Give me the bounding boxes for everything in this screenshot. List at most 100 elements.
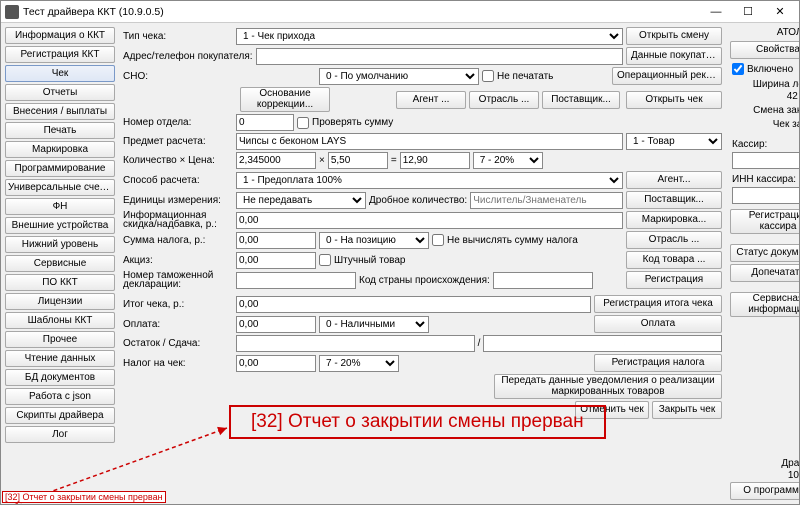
titlebar: Тест драйвера ККТ (10.9.0.5) — ☐ ✕ xyxy=(1,1,799,23)
chk-ne-pechatat[interactable]: Не печатать xyxy=(482,70,553,82)
btn-otrasl-top[interactable]: Отрасль ... xyxy=(469,91,539,109)
label-inn: ИНН кассира: xyxy=(730,174,799,185)
nav-лог[interactable]: Лог xyxy=(5,426,115,443)
nav-отчеты[interactable]: Отчеты xyxy=(5,84,115,101)
select-nalog-mode[interactable]: 0 - На позицию xyxy=(319,232,429,249)
input-nalog-chek[interactable] xyxy=(236,355,316,372)
btn-serv-info[interactable]: Сервисная информация xyxy=(730,292,799,317)
input-inn[interactable] xyxy=(732,187,799,204)
label-sposob: Способ расчета: xyxy=(123,175,233,186)
input-drob[interactable] xyxy=(470,192,623,209)
btn-otkryt-chek[interactable]: Открыть чек xyxy=(626,91,722,109)
select-nalog-chek-rate[interactable]: 7 - 20% xyxy=(319,355,399,372)
shirina-info: Ширина ленты: 42 (384) xyxy=(730,79,799,103)
label-nalog-chek: Налог на чек: xyxy=(123,358,233,369)
label-itog: Итог чека, р.: xyxy=(123,299,233,310)
nav-скрипты-драйвера[interactable]: Скрипты драйвера xyxy=(5,407,115,424)
input-predmet[interactable] xyxy=(236,133,623,150)
input-kassir[interactable] xyxy=(732,152,799,169)
btn-kod-tovara[interactable]: Код товара ... xyxy=(626,251,722,269)
btn-agent-top[interactable]: Агент ... xyxy=(396,91,466,109)
input-itog[interactable] xyxy=(236,296,591,313)
error-callout: [32] Отчет о закрытии смены прерван xyxy=(229,405,606,439)
nav-лицензии[interactable]: Лицензии xyxy=(5,293,115,310)
btn-postav[interactable]: Поставщик... xyxy=(626,191,722,209)
label-infoskidka: Информационная скидка/надбавка, р.: xyxy=(123,211,233,229)
btn-markirovka[interactable]: Маркировка... xyxy=(626,211,722,229)
label-nomer-tam: Номер таможенной декларации: xyxy=(123,271,233,289)
input-kod-strany[interactable] xyxy=(493,272,593,289)
nav-регистрация-ккт[interactable]: Регистрация ККТ xyxy=(5,46,115,63)
select-tax-rate[interactable]: 7 - 20% xyxy=(473,152,543,169)
chk-ne-vych[interactable]: Не вычислять сумму налога xyxy=(432,234,578,246)
select-oplata-mode[interactable]: 0 - Наличными xyxy=(319,316,429,333)
label-ostatok: Остаток / Сдача: xyxy=(123,338,233,349)
nav-шаблоны-ккт[interactable]: Шаблоны ККТ xyxy=(5,312,115,329)
nav-чтение-данных[interactable]: Чтение данных xyxy=(5,350,115,367)
chek-info: Чек закрыт xyxy=(730,119,799,131)
label-nomer-otdela: Номер отдела: xyxy=(123,117,233,128)
btn-reg-kassira[interactable]: Регистрация кассира xyxy=(730,209,799,234)
nav-маркировка[interactable]: Маркировка xyxy=(5,141,115,158)
nav-бд-документов[interactable]: БД документов xyxy=(5,369,115,386)
select-sno[interactable]: 0 - По умолчанию xyxy=(319,68,479,85)
nav-универсальные-счетчики[interactable]: Универсальные счетчики xyxy=(5,179,115,196)
btn-status-dok[interactable]: Статус документа xyxy=(730,244,799,262)
select-tip-cheka[interactable]: 1 - Чек прихода xyxy=(236,28,623,45)
btn-otkryt-smenu[interactable]: Открыть смену xyxy=(626,27,722,45)
input-qty[interactable] xyxy=(236,152,316,169)
input-sum[interactable] xyxy=(400,152,470,169)
nav-нижний-уровень[interactable]: Нижний уровень xyxy=(5,236,115,253)
btn-zakryt-chek[interactable]: Закрыть чек xyxy=(652,401,722,419)
input-infoskidka[interactable] xyxy=(236,212,623,229)
btn-postav-top[interactable]: Поставщик... xyxy=(542,91,620,109)
btn-reg-itoga[interactable]: Регистрация итога чека xyxy=(594,295,722,313)
close-button[interactable]: ✕ xyxy=(765,3,795,21)
btn-otrasl[interactable]: Отрасль ... xyxy=(626,231,722,249)
minimize-button[interactable]: — xyxy=(701,3,731,21)
input-oplata[interactable] xyxy=(236,316,316,333)
input-summa-naloga[interactable] xyxy=(236,232,316,249)
nav-информация-о-ккт[interactable]: Информация о ККТ xyxy=(5,27,115,44)
nav-внесения-выплаты[interactable]: Внесения / выплаты xyxy=(5,103,115,120)
nav-чек[interactable]: Чек xyxy=(5,65,115,82)
btn-dannye-pokup[interactable]: Данные покупателя... xyxy=(626,47,722,65)
btn-reg-naloga[interactable]: Регистрация налога xyxy=(594,354,722,372)
nav-внешние-устройства[interactable]: Внешние устройства xyxy=(5,217,115,234)
input-ostatok-l[interactable] xyxy=(236,335,475,352)
chk-proveryat[interactable]: Проверять сумму xyxy=(297,117,393,129)
btn-about[interactable]: О программе... xyxy=(730,482,799,500)
nav-программирование[interactable]: Программирование xyxy=(5,160,115,177)
nav-сервисные[interactable]: Сервисные xyxy=(5,255,115,272)
btn-svoistva[interactable]: Свойства xyxy=(730,41,799,59)
input-price[interactable] xyxy=(328,152,388,169)
right-panel: АТОЛ 92Ф Свойства Включено Ширина ленты:… xyxy=(728,25,799,502)
label-summa-naloga: Сумма налога, р.: xyxy=(123,235,233,246)
chk-vklyucheno[interactable]: Включено xyxy=(730,61,799,77)
select-sposob[interactable]: 1 - Предоплата 100% xyxy=(236,172,623,189)
input-ostatok-r[interactable] xyxy=(483,335,722,352)
label-akciz: Акциз: xyxy=(123,255,233,266)
btn-osnovanie[interactable]: Основание коррекции... xyxy=(240,87,330,112)
nav-печать[interactable]: Печать xyxy=(5,122,115,139)
label-oplata: Оплата: xyxy=(123,319,233,330)
btn-oplata[interactable]: Оплата xyxy=(594,315,722,333)
nav-по-ккт[interactable]: ПО ККТ xyxy=(5,274,115,291)
input-nomer-tam[interactable] xyxy=(236,272,356,289)
btn-peredat[interactable]: Передать данные уведомления о реализации… xyxy=(494,374,722,399)
nav-прочее[interactable]: Прочее xyxy=(5,331,115,348)
btn-registraciya[interactable]: Регистрация xyxy=(626,271,722,289)
btn-dopechatat[interactable]: Допечатать xyxy=(730,264,799,282)
app-icon xyxy=(5,5,19,19)
input-nomer-otdela[interactable] xyxy=(236,114,294,131)
input-akciz[interactable] xyxy=(236,252,316,269)
maximize-button[interactable]: ☐ xyxy=(733,3,763,21)
select-predmet-type[interactable]: 1 - Товар xyxy=(626,133,722,150)
btn-agent[interactable]: Агент... xyxy=(626,171,722,189)
input-adres[interactable] xyxy=(256,48,623,65)
chk-shtuch[interactable]: Штучный товар xyxy=(319,254,406,266)
nav-фн[interactable]: ФН xyxy=(5,198,115,215)
nav-работа-с-json[interactable]: Работа с json xyxy=(5,388,115,405)
select-ed[interactable]: Не передавать xyxy=(236,192,366,209)
btn-oper-rekvizit[interactable]: Операционный реквизит ... xyxy=(612,67,722,85)
